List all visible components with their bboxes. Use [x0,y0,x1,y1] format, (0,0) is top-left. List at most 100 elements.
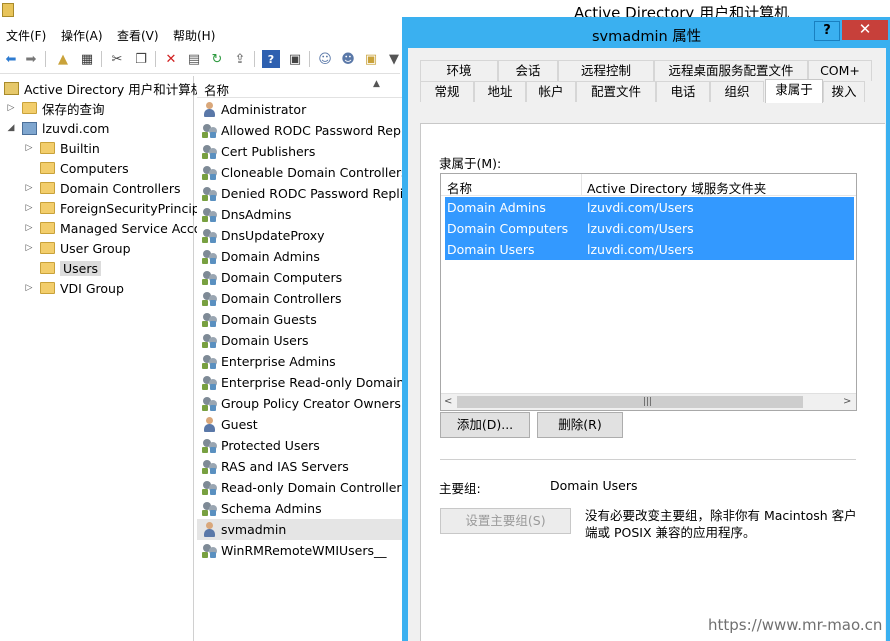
menu-action[interactable]: 操作(A) [61,27,103,44]
list-item[interactable]: RAS and IAS Servers [197,456,403,477]
tree-item-user-group[interactable]: ▷ User Group [24,238,131,258]
tree-item-vdi-group[interactable]: ▷ VDI Group [24,278,124,298]
group-icon [202,249,218,264]
delete-icon[interactable]: ✕ [162,50,180,68]
list-item[interactable]: WinRMRemoteWMIUsers__ [197,540,403,561]
tab-account[interactable]: 帐户 [526,81,576,102]
scroll-left-icon[interactable]: < [444,396,452,407]
back-icon[interactable]: ⬅ [2,50,20,68]
tab-member-of[interactable]: 隶属于 [765,79,823,103]
list-item[interactable]: Enterprise Read-only Domain Controllers [197,372,403,393]
member-row-name: Domain Users [447,242,535,257]
export-icon[interactable]: ⇪ [231,50,249,68]
refresh-icon[interactable]: ↻ [208,50,226,68]
tab-environment[interactable]: 环境 [420,60,498,81]
list-item[interactable]: Allowed RODC Password Replication Group [197,120,403,141]
scroll-right-icon[interactable]: > [843,396,851,407]
expand-arrow-icon[interactable]: ▷ [24,223,34,233]
tab-address[interactable]: 地址 [474,81,526,102]
list-item[interactable]: Domain Users [197,330,403,351]
tree-item-users[interactable]: Users [24,258,102,278]
up-folder-icon[interactable]: ▲ [54,50,72,68]
help-button[interactable]: ? [814,21,840,41]
close-button[interactable]: ✕ [842,20,888,40]
expand-arrow-icon[interactable]: ▷ [24,203,34,213]
tab-telephones[interactable]: 电话 [656,81,710,102]
column-folder-header[interactable]: Active Directory 域服务文件夹 [587,178,766,197]
tab-dial-in[interactable]: 拨入 [823,81,865,102]
tab-remote-control[interactable]: 远程控制 [558,60,654,81]
show-tree-icon[interactable]: ▦ [78,50,96,68]
list-item[interactable]: Protected Users [197,435,403,456]
tree-item-builtin[interactable]: ▷ Builtin [24,138,100,158]
tab-organization[interactable]: 组织 [710,81,764,102]
list-item[interactable]: Read-only Domain Controllers [197,477,403,498]
new-group-icon[interactable]: ☻ [339,50,357,68]
list-item-label: RAS and IAS Servers [221,459,349,474]
tab-com-plus[interactable]: COM+ [808,60,872,81]
list-item[interactable]: Denied RODC Password Replication Group [197,183,403,204]
menu-help[interactable]: 帮助(H) [173,27,215,44]
remove-button[interactable]: 删除(R) [537,412,623,438]
tree-item-computers[interactable]: Computers [24,158,129,178]
menu-view[interactable]: 查看(V) [117,27,159,44]
expand-arrow-icon[interactable]: ▷ [24,283,34,293]
member-row[interactable]: Domain Users lzuvdi.com/Users [445,239,854,260]
list-item-label: Enterprise Admins [221,354,336,369]
tab-sessions[interactable]: 会话 [498,60,558,81]
list-item-label: Read-only Domain Controllers [221,480,403,495]
list-item[interactable]: DnsAdmins [197,204,403,225]
tree-item-saved-queries[interactable]: ▷ 保存的查询 [6,98,105,118]
expand-arrow-icon[interactable]: ▷ [6,103,16,113]
column-name-header[interactable]: 名称 [204,80,229,99]
list-item[interactable]: Schema Admins [197,498,403,519]
sort-ascending-icon: ▲ [373,79,380,89]
expand-arrow-icon[interactable]: ▷ [24,183,34,193]
help-icon[interactable]: ? [262,50,280,68]
member-of-list[interactable]: 名称 Active Directory 域服务文件夹 Domain Admins… [440,173,857,411]
horizontal-scrollbar[interactable]: < ||| > [441,393,856,410]
dialog-title: svmadmin 属性 [592,29,702,45]
filter-icon[interactable]: ▼ [385,50,403,68]
member-row[interactable]: Domain Admins lzuvdi.com/Users [445,197,854,218]
scroll-thumb[interactable]: ||| [457,396,803,408]
list-item[interactable]: Enterprise Admins [197,351,403,372]
toolbar: ⬅ ➡ ▲ ▦ ✂ ❐ ✕ ▤ ↻ ⇪ ? ▣ ☺ ☻ ▣ ▼ [0,46,400,74]
new-user-icon[interactable]: ☺ [316,50,334,68]
expand-arrow-icon[interactable]: ▷ [24,143,34,153]
add-button[interactable]: 添加(D)... [440,412,530,438]
tab-general[interactable]: 常规 [420,81,474,102]
list-item[interactable]: Domain Controllers [197,288,403,309]
member-row[interactable]: Domain Computers lzuvdi.com/Users [445,218,854,239]
tree-item-domain[interactable]: ◢ lzuvdi.com [6,118,110,138]
cut-icon[interactable]: ✂ [108,50,126,68]
forward-icon[interactable]: ➡ [22,50,40,68]
tree-item-domain-controllers[interactable]: ▷ Domain Controllers [24,178,181,198]
list-item[interactable]: Cloneable Domain Controllers [197,162,403,183]
new-ou-icon[interactable]: ▣ [362,50,380,68]
console-icon[interactable]: ▣ [286,50,304,68]
list-item[interactable]: Cert Publishers [197,141,403,162]
properties-icon[interactable]: ▤ [185,50,203,68]
set-primary-group-button[interactable]: 设置主要组(S) [440,508,571,534]
tab-profile[interactable]: 配置文件 [576,81,656,102]
tab-rds-profile[interactable]: 远程桌面服务配置文件 [654,60,808,81]
tree-item-foreign-security-principals[interactable]: ▷ ForeignSecurityPrincipals [24,198,218,218]
list-item[interactable]: Domain Computers [197,267,403,288]
list-item[interactable]: DnsUpdateProxy [197,225,403,246]
expand-arrow-icon[interactable]: ▷ [24,243,34,253]
column-name-header[interactable]: 名称 [447,178,472,197]
menu-file[interactable]: 文件(F) [6,27,46,44]
list-item-label: Domain Admins [221,249,320,264]
collapse-arrow-icon[interactable]: ◢ [6,123,16,133]
tree-root[interactable]: Active Directory 用户和计算机 [4,78,203,98]
list-item[interactable]: Guest [197,414,403,435]
list-item[interactable]: Administrator [197,99,403,120]
copy-icon[interactable]: ❐ [132,50,150,68]
list-item[interactable]: Domain Admins [197,246,403,267]
list-header[interactable]: 名称 ▲ [197,76,403,98]
tree-item-label: Domain Controllers [60,180,181,196]
list-item[interactable]: Group Policy Creator Owners [197,393,403,414]
list-item[interactable]: Domain Guests [197,309,403,330]
list-item[interactable]: svmadmin [197,519,403,540]
